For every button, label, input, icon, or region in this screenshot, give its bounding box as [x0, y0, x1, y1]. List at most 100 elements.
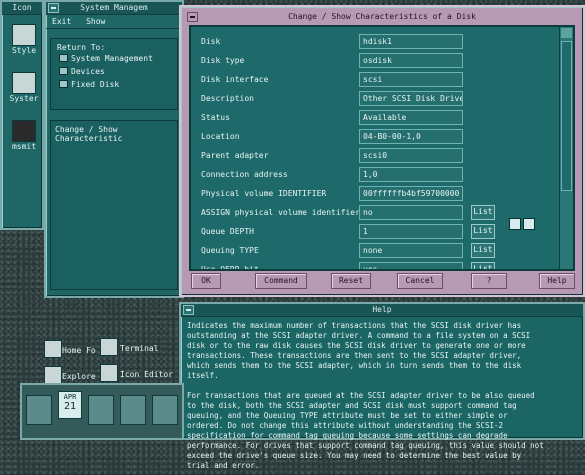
attribute-label: Queue DEPTH	[201, 227, 254, 236]
return-devices-checkbox[interactable]	[59, 67, 68, 75]
icon-editor-label[interactable]: Icon Editor	[120, 370, 173, 379]
attribute-value-field[interactable]: Available	[359, 110, 463, 125]
attribute-value-field[interactable]: 04-B0-00-1,0	[359, 129, 463, 144]
cancel-button[interactable]: Cancel	[397, 273, 443, 289]
user-icon	[12, 120, 36, 142]
attributes-panel: Disk hdisk1 Disk type osdisk Disk interface s…	[189, 25, 575, 271]
command-button[interactable]: Command	[255, 273, 307, 289]
change-disk-dialog: Change / Show Characteristics of a Disk …	[179, 5, 585, 297]
attribute-value-field[interactable]: yes	[359, 262, 463, 269]
explorer-icon[interactable]	[44, 366, 62, 384]
attribute-label: Location	[201, 132, 240, 141]
attribute-row: Disk interface scsi	[191, 71, 573, 90]
style-item[interactable]: Style	[6, 24, 42, 55]
workspace-icon[interactable]	[26, 395, 52, 425]
attribute-value-field[interactable]: osdisk	[359, 53, 463, 68]
home-folder-label[interactable]: Home Fo	[62, 346, 96, 355]
help-titlebar[interactable]: Help	[181, 304, 583, 317]
terminal-icon[interactable]	[100, 338, 118, 356]
attribute-label: Queuing TYPE	[201, 246, 259, 255]
front-panel: APR 21	[20, 383, 184, 440]
dialog-titlebar[interactable]: Change / Show Characteristics of a Disk	[185, 11, 579, 24]
return-fixed-disk[interactable]: Fixed Disk	[71, 80, 119, 89]
sysmgmt-titlebar[interactable]: System Managem	[46, 2, 182, 15]
help-title: Help	[372, 305, 392, 314]
attribute-label: Disk	[201, 37, 221, 46]
attribute-row: Description Other SCSI Disk Drive	[191, 90, 573, 109]
mail-icon[interactable]	[88, 395, 114, 425]
menu-show[interactable]: Show	[86, 17, 105, 26]
attribute-value-field[interactable]: Other SCSI Disk Drive	[359, 91, 463, 106]
current-task-panel: Change / Show Characteristic	[50, 120, 178, 290]
scroll-thumb[interactable]	[561, 41, 572, 191]
user-item[interactable]: msmit	[6, 120, 42, 151]
home-folder-icon[interactable]	[44, 340, 62, 358]
calendar-icon[interactable]: APR 21	[58, 391, 82, 419]
dialog-button-bar: OK Command Reset Cancel ? Help	[191, 273, 575, 291]
current-task-label: Change / Show Characteristic	[55, 125, 123, 143]
attribute-label: ASSIGN physical volume identifier	[201, 208, 360, 217]
attribute-value-field[interactable]: none	[359, 243, 463, 258]
window-menu-button[interactable]	[48, 3, 59, 13]
system-icon	[12, 72, 36, 94]
terminal-label[interactable]: Terminal	[120, 344, 159, 353]
icon-box-window: Icon Style Syster msmit	[0, 0, 44, 230]
attribute-label: Description	[201, 94, 254, 103]
icon-box-title: Icon	[12, 3, 32, 12]
return-system-management-checkbox[interactable]	[59, 54, 68, 62]
system-label: Syster	[9, 94, 39, 103]
attribute-label: Connection address	[201, 170, 288, 179]
icon-box-titlebar[interactable]: Icon	[2, 2, 42, 15]
system-item[interactable]: Syster	[6, 72, 42, 103]
attribute-row: Physical volume IDENTIFIER 00ffffffb4bf59…	[191, 185, 573, 204]
attribute-label: Use QERR bit	[201, 265, 259, 271]
attribute-label: Physical volume IDENTIFIER	[201, 189, 327, 198]
dialog-title: Change / Show Characteristics of a Disk	[288, 12, 476, 21]
folder-icon[interactable]	[152, 395, 178, 425]
list-button[interactable]: List	[471, 205, 495, 220]
attribute-row: Location 04-B0-00-1,0	[191, 128, 573, 147]
style-label: Style	[11, 46, 37, 55]
sysmgmt-title: System Managem	[80, 3, 148, 12]
user-label: msmit	[11, 142, 37, 151]
attribute-label: Parent adapter	[201, 151, 269, 160]
list-button[interactable]: List	[471, 224, 495, 239]
system-management-window: System Managem Exit Show Return To: Syst…	[44, 0, 184, 298]
return-fixed-disk-checkbox[interactable]	[59, 80, 68, 88]
attribute-value-field[interactable]: no	[359, 205, 463, 220]
style-icon	[12, 24, 36, 46]
printer-icon[interactable]	[120, 395, 146, 425]
list-button[interactable]: List	[471, 262, 495, 269]
arrow-down-icon[interactable]	[523, 218, 535, 230]
attribute-value-field[interactable]: hdisk1	[359, 34, 463, 49]
scroll-up-icon[interactable]	[561, 28, 572, 38]
attribute-row: Disk hdisk1	[191, 33, 573, 52]
icon-editor-icon[interactable]	[100, 364, 118, 382]
attribute-value-field[interactable]: 1,0	[359, 167, 463, 182]
attribute-value-field[interactable]: 1	[359, 224, 463, 239]
attributes-scrollbar[interactable]	[559, 27, 573, 269]
attribute-label: Disk type	[201, 56, 245, 65]
list-button[interactable]: List	[471, 243, 495, 258]
help-button[interactable]: Help	[539, 273, 575, 289]
help-window: Help Indicates the maximum number of tra…	[179, 302, 585, 470]
menu-exit[interactable]: Exit	[52, 17, 71, 26]
return-to-label: Return To:	[57, 43, 106, 52]
attribute-row: Connection address 1,0	[191, 166, 573, 185]
dialog-window-menu-button[interactable]	[187, 12, 198, 22]
ok-button[interactable]: OK	[191, 273, 221, 289]
attribute-value-field[interactable]: scsi0	[359, 148, 463, 163]
attribute-value-field[interactable]: 00ffffffb4bf59700000	[359, 186, 463, 201]
attribute-row: Parent adapter scsi0	[191, 147, 573, 166]
help-window-menu-button[interactable]	[183, 305, 194, 315]
what-is-this-button[interactable]: ?	[471, 273, 507, 289]
return-devices[interactable]: Devices	[71, 67, 105, 76]
reset-button[interactable]: Reset	[331, 273, 371, 289]
attribute-row: Disk type osdisk	[191, 52, 573, 71]
arrow-up-icon[interactable]	[509, 218, 521, 230]
attribute-row: Status Available	[191, 109, 573, 128]
return-system-management[interactable]: System Management	[71, 54, 153, 63]
attribute-label: Disk interface	[201, 75, 269, 84]
explorer-label[interactable]: Explore	[62, 372, 96, 381]
attribute-value-field[interactable]: scsi	[359, 72, 463, 87]
